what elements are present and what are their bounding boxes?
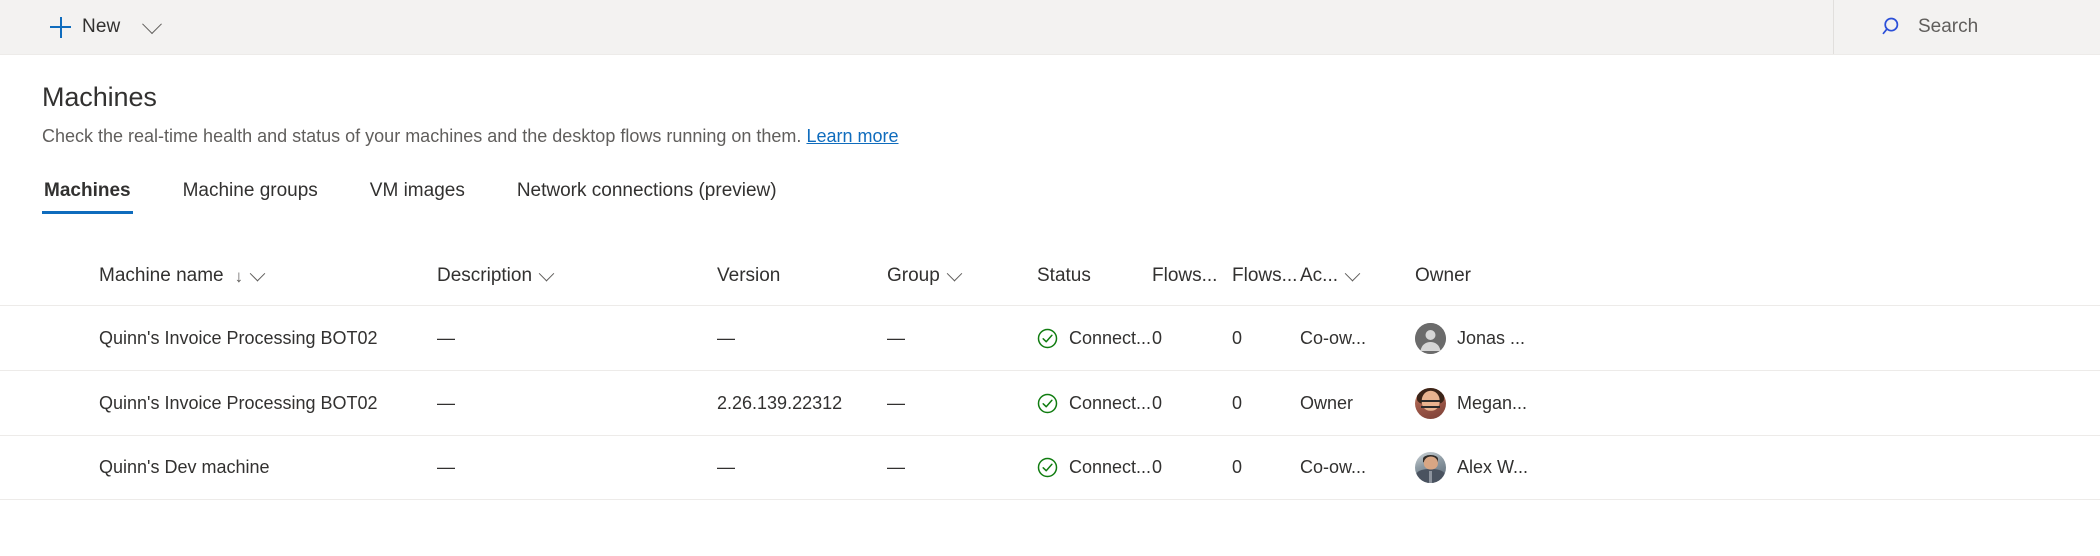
column-header-owner-label: Owner [1415, 265, 1471, 287]
owner-name: Megan... [1457, 393, 1527, 414]
column-header-description[interactable]: Description [437, 265, 717, 287]
cell-group: — [887, 457, 1037, 478]
cell-group: — [887, 393, 1037, 414]
cell-flows-queued: 0 [1152, 328, 1232, 349]
column-header-access[interactable]: Ac... [1300, 265, 1415, 287]
column-header-flows-running[interactable]: Flows... [1232, 265, 1300, 287]
table-row[interactable]: Quinn's Dev machine — — — Connect... 0 0… [0, 435, 2100, 500]
column-header-status[interactable]: Status [1037, 265, 1152, 287]
cell-machine-name: Quinn's Dev machine [42, 457, 437, 478]
cell-flows-running: 0 [1232, 328, 1300, 349]
column-header-machine-name[interactable]: Machine name ↓ [42, 265, 437, 287]
avatar [1415, 388, 1446, 419]
cell-owner: Jonas ... [1415, 323, 1585, 354]
cell-group: — [887, 328, 1037, 349]
pivot-tabs: Machines Machine groups VM images Networ… [42, 170, 2100, 214]
column-header-version-label: Version [717, 265, 780, 287]
cell-status: Connect... [1037, 328, 1152, 349]
page-description-text: Check the real-time health and status of… [42, 126, 801, 146]
chevron-down-icon[interactable] [142, 14, 162, 34]
column-header-flows-queued-label: Flows... [1152, 265, 1217, 287]
cell-flows-queued: 0 [1152, 393, 1232, 414]
cell-owner: Megan... [1415, 388, 1585, 419]
cell-status: Connect... [1037, 393, 1152, 414]
chevron-down-icon[interactable] [250, 265, 266, 281]
column-header-flows-queued[interactable]: Flows... [1152, 265, 1232, 287]
page-header: Machines Check the real-time health and … [0, 55, 2100, 148]
tab-machine-groups[interactable]: Machine groups [181, 180, 320, 214]
column-header-machine-name-label: Machine name [99, 265, 224, 287]
table-row[interactable]: Quinn's Invoice Processing BOT02 — 2.26.… [0, 370, 2100, 435]
column-header-version[interactable]: Version [717, 265, 887, 287]
column-header-owner[interactable]: Owner [1415, 265, 1585, 287]
sort-descending-arrow-icon: ↓ [235, 268, 244, 285]
search-icon [1882, 16, 1904, 38]
cell-access: Co-ow... [1300, 457, 1415, 478]
cell-description: — [437, 393, 717, 414]
cell-description: — [437, 328, 717, 349]
avatar [1415, 452, 1446, 483]
status-label: Connect... [1069, 328, 1151, 349]
tab-network-connections[interactable]: Network connections (preview) [515, 180, 779, 214]
cell-version: — [717, 457, 887, 478]
table-header-row: Machine name ↓ Description Version Group [0, 247, 2100, 305]
command-bar: New Search [0, 0, 2100, 55]
plus-icon [50, 17, 71, 38]
cell-machine-name: Quinn's Invoice Processing BOT02 [42, 328, 437, 349]
learn-more-link[interactable]: Learn more [806, 126, 898, 146]
cell-description: — [437, 457, 717, 478]
chevron-down-icon[interactable] [1345, 265, 1361, 281]
search-box[interactable]: Search [1833, 0, 2100, 54]
chevron-down-icon[interactable] [539, 265, 555, 281]
new-button[interactable]: New [44, 7, 165, 47]
cell-version: 2.26.139.22312 [717, 393, 887, 414]
owner-name: Alex W... [1457, 457, 1528, 478]
avatar [1415, 323, 1446, 354]
column-header-group[interactable]: Group [887, 265, 1037, 287]
machines-table: Machine name ↓ Description Version Group [0, 247, 2100, 500]
owner-name: Jonas ... [1457, 328, 1525, 349]
tab-machines[interactable]: Machines [42, 180, 133, 214]
search-placeholder: Search [1918, 16, 1978, 38]
cell-version: — [717, 328, 887, 349]
check-circle-icon [1037, 457, 1058, 478]
column-header-description-label: Description [437, 265, 532, 287]
status-label: Connect... [1069, 457, 1151, 478]
check-circle-icon [1037, 328, 1058, 349]
cell-flows-running: 0 [1232, 393, 1300, 414]
cell-flows-queued: 0 [1152, 457, 1232, 478]
status-label: Connect... [1069, 393, 1151, 414]
table-row[interactable]: Quinn's Invoice Processing BOT02 — — — C… [0, 305, 2100, 370]
column-header-group-label: Group [887, 265, 940, 287]
cell-status: Connect... [1037, 457, 1152, 478]
check-circle-icon [1037, 393, 1058, 414]
column-header-access-label: Ac... [1300, 265, 1338, 287]
new-button-label: New [82, 16, 120, 38]
cell-owner: Alex W... [1415, 452, 1585, 483]
page-description: Check the real-time health and status of… [42, 124, 2100, 148]
cell-access: Owner [1300, 393, 1415, 414]
cell-flows-running: 0 [1232, 457, 1300, 478]
cell-machine-name: Quinn's Invoice Processing BOT02 [42, 393, 437, 414]
column-header-flows-running-label: Flows... [1232, 265, 1297, 287]
chevron-down-icon[interactable] [947, 265, 963, 281]
column-header-status-label: Status [1037, 265, 1091, 287]
cell-access: Co-ow... [1300, 328, 1415, 349]
tab-vm-images[interactable]: VM images [368, 180, 467, 214]
page-title: Machines [42, 81, 2100, 113]
